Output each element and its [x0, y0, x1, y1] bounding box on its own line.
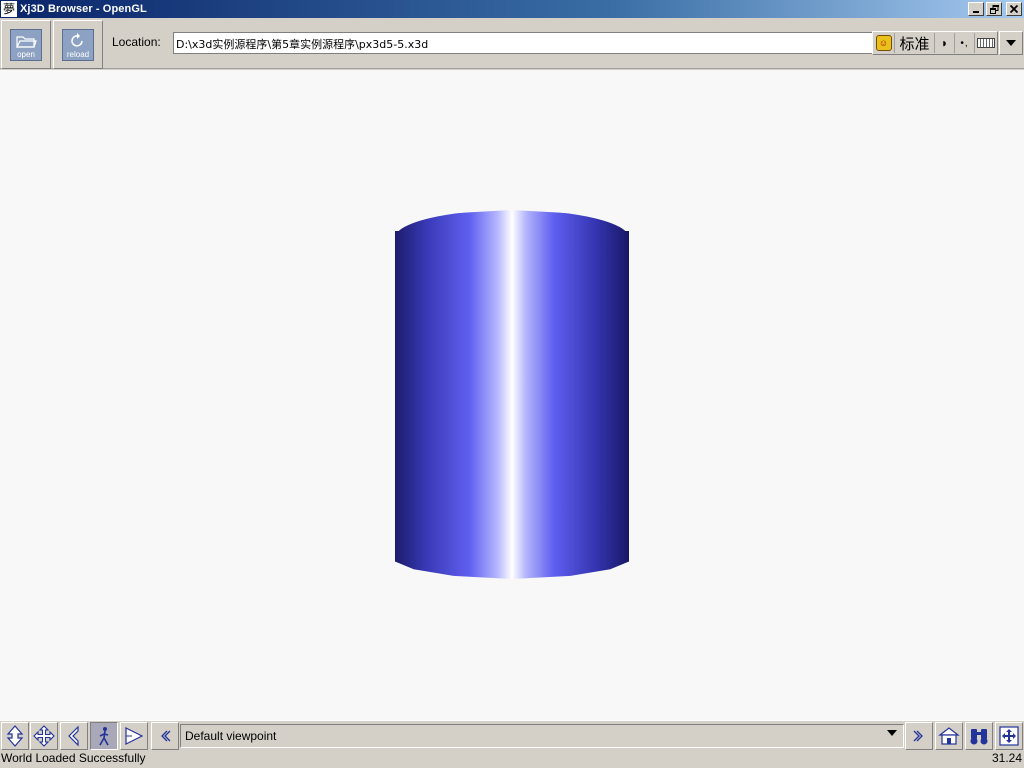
app-icon[interactable]: 夢	[1, 1, 17, 17]
window-title: Xj3D Browser - OpenGL	[20, 3, 147, 15]
cylinder-body	[395, 231, 629, 559]
reload-button-face: reload	[62, 28, 94, 61]
close-button[interactable]	[1006, 2, 1022, 16]
reload-label: reload	[66, 49, 90, 59]
restore-button[interactable]	[986, 2, 1002, 16]
open-button[interactable]: open	[1, 20, 51, 69]
walk-button[interactable]	[90, 722, 118, 750]
examine-button[interactable]	[120, 722, 148, 750]
fly-icon	[6, 725, 24, 747]
chevron-down-icon	[1006, 40, 1016, 46]
ime-status-bar: ☺ 标准 ◗ •,	[872, 31, 998, 55]
open-label: open	[17, 49, 35, 59]
ime-mode-button[interactable]: 标准	[895, 33, 935, 53]
location-input[interactable]: D:\x3d实例源程序\第5章实例源程序\px3d5-5.x3d	[173, 32, 873, 54]
window-controls	[968, 2, 1022, 16]
restore-icon	[989, 4, 999, 14]
reload-icon	[71, 32, 83, 47]
status-bar: World Loaded Successfully 31.24	[0, 750, 1024, 768]
tilt-icon	[68, 725, 79, 747]
folder-open-icon	[16, 35, 37, 48]
minimize-button[interactable]	[968, 2, 984, 16]
pan-button[interactable]	[30, 722, 58, 750]
soft-keyboard-icon	[977, 38, 995, 48]
toolbar: open reload Location: D:\x3d实例源程序\第5章实例源…	[0, 18, 1024, 69]
chevron-down-icon	[887, 730, 897, 736]
status-message: World Loaded Successfully	[1, 751, 146, 765]
moon-icon[interactable]: ◗	[935, 33, 955, 53]
fit-view-icon	[999, 726, 1019, 746]
next-viewpoint-button[interactable]	[905, 722, 933, 750]
ime-logo-button[interactable]: ☺	[873, 33, 895, 53]
fly-button[interactable]	[1, 722, 29, 750]
viewpoint-select[interactable]: Default viewpoint	[180, 724, 904, 748]
location-dropdown-button[interactable]	[999, 31, 1023, 55]
soft-keyboard-button[interactable]	[975, 33, 997, 53]
open-button-face: open	[10, 28, 42, 61]
reload-button[interactable]: reload	[53, 20, 103, 69]
location-label: Location:	[112, 35, 161, 49]
home-button[interactable]	[935, 722, 963, 750]
fps-readout: 31.24	[991, 751, 1022, 765]
prev-viewpoint-button[interactable]	[151, 722, 179, 750]
navigation-bar: Default viewpoint	[0, 720, 1024, 750]
punctuation-icon[interactable]: •,	[955, 33, 975, 53]
prev-viewpoint-icon	[161, 730, 171, 742]
title-bar: 夢 Xj3D Browser - OpenGL	[0, 0, 1024, 18]
close-icon	[1010, 5, 1018, 13]
next-viewpoint-icon	[913, 730, 923, 742]
3d-viewport[interactable]	[0, 70, 1024, 720]
examine-icon	[125, 727, 144, 745]
home-icon	[938, 727, 960, 745]
viewpoint-select-value: Default viewpoint	[185, 729, 277, 743]
walk-icon	[99, 727, 109, 746]
binoculars-icon	[970, 729, 988, 745]
minimize-icon	[973, 11, 979, 13]
pan-icon	[33, 725, 55, 747]
look-at-button[interactable]	[965, 722, 993, 750]
cylinder-bottom	[395, 540, 629, 579]
ime-logo-icon: ☺	[875, 35, 892, 51]
tilt-button[interactable]	[60, 722, 88, 750]
fit-view-button[interactable]	[995, 722, 1023, 750]
